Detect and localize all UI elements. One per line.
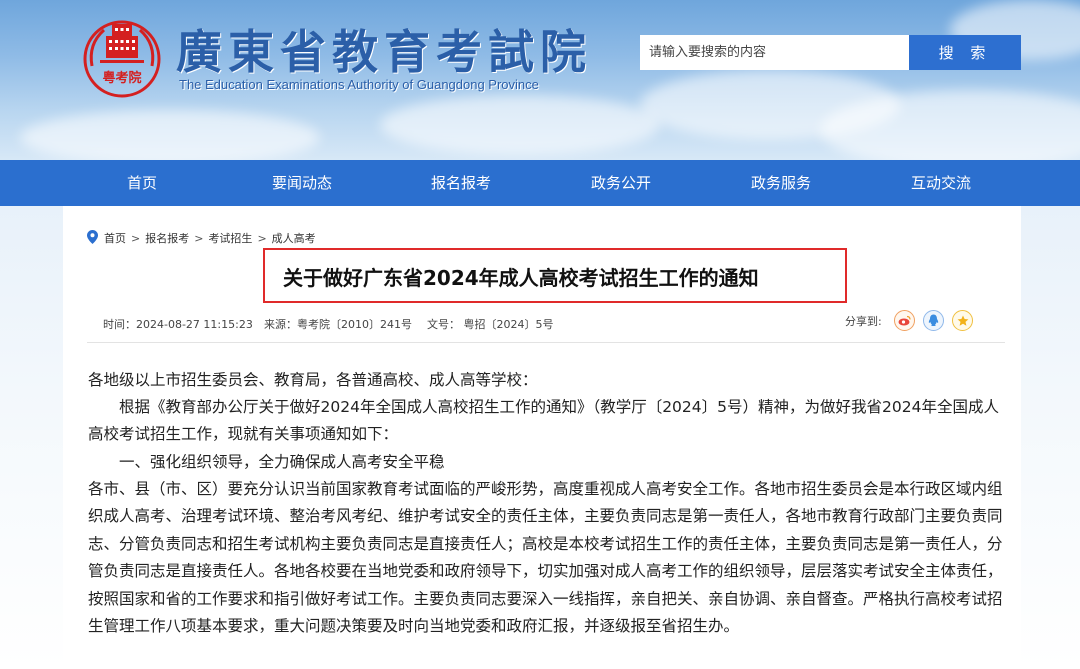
search-input[interactable] [640, 35, 910, 70]
document-number: 文号： 粤招〔2024〕5号 [427, 318, 554, 331]
nav-item-news[interactable]: 要闻动态 [242, 160, 362, 206]
publish-time: 时间：2024-08-27 11:15:23 [103, 318, 253, 331]
breadcrumb-separator: > [131, 231, 141, 245]
share-label: 分享到: [845, 315, 882, 328]
article-paragraph: 根据《教育部办公厅关于做好2024年全国成人高校招生工作的通知》（教学厅〔202… [88, 398, 999, 444]
section-heading: 一、强化组织领导，全力确保成人高考安全平稳 [88, 453, 445, 471]
weibo-icon[interactable] [894, 310, 915, 331]
breadcrumb-separator: > [194, 231, 204, 245]
location-pin-icon [87, 229, 98, 247]
nav-item-interaction[interactable]: 互动交流 [881, 160, 1001, 206]
article-salutation: 各地级以上市招生委员会、教育局，各普通高校、成人高等学校： [88, 371, 538, 389]
breadcrumb-separator: > [257, 231, 267, 245]
header-banner: 粤考院 廣東省教育考試院 The Education Examinations … [0, 0, 1080, 160]
breadcrumb-adult-exam[interactable]: 成人高考 [272, 230, 316, 246]
logo-text: 粤考院 [102, 70, 141, 86]
main-nav: 首页 要闻动态 报名报考 政务公开 政务服务 互动交流 [0, 160, 1080, 206]
meta-divider [87, 342, 1005, 343]
article-source: 来源：粤考院〔2010〕241号 [264, 318, 412, 331]
breadcrumb: 首页 > 报名报考 > 考试招生 > 成人高考 [87, 229, 316, 247]
qq-zone-icon[interactable] [923, 310, 944, 331]
favorite-icon[interactable] [952, 310, 973, 331]
article-title: 关于做好广东省2024年成人高校考试招生工作的通知 [283, 266, 759, 290]
article-paragraph: 各市、县（市、区）要充分认识当前国家教育考试面临的严峻形势，高度重视成人高考安全… [88, 480, 1003, 636]
site-subtitle: The Education Examinations Authority of … [179, 77, 539, 92]
breadcrumb-registration[interactable]: 报名报考 [145, 230, 189, 246]
site-title: 廣東省教育考試院 [176, 25, 592, 79]
breadcrumb-home[interactable]: 首页 [104, 230, 126, 246]
nav-item-home[interactable]: 首页 [82, 160, 202, 206]
breadcrumb-exam-admission[interactable]: 考试招生 [208, 230, 252, 246]
search-button[interactable]: 搜 索 [909, 35, 1021, 70]
nav-item-gov-affairs[interactable]: 政务公开 [561, 160, 681, 206]
nav-item-gov-services[interactable]: 政务服务 [721, 160, 841, 206]
logo-seal-icon[interactable]: 粤考院 [82, 14, 162, 100]
nav-item-registration[interactable]: 报名报考 [401, 160, 521, 206]
